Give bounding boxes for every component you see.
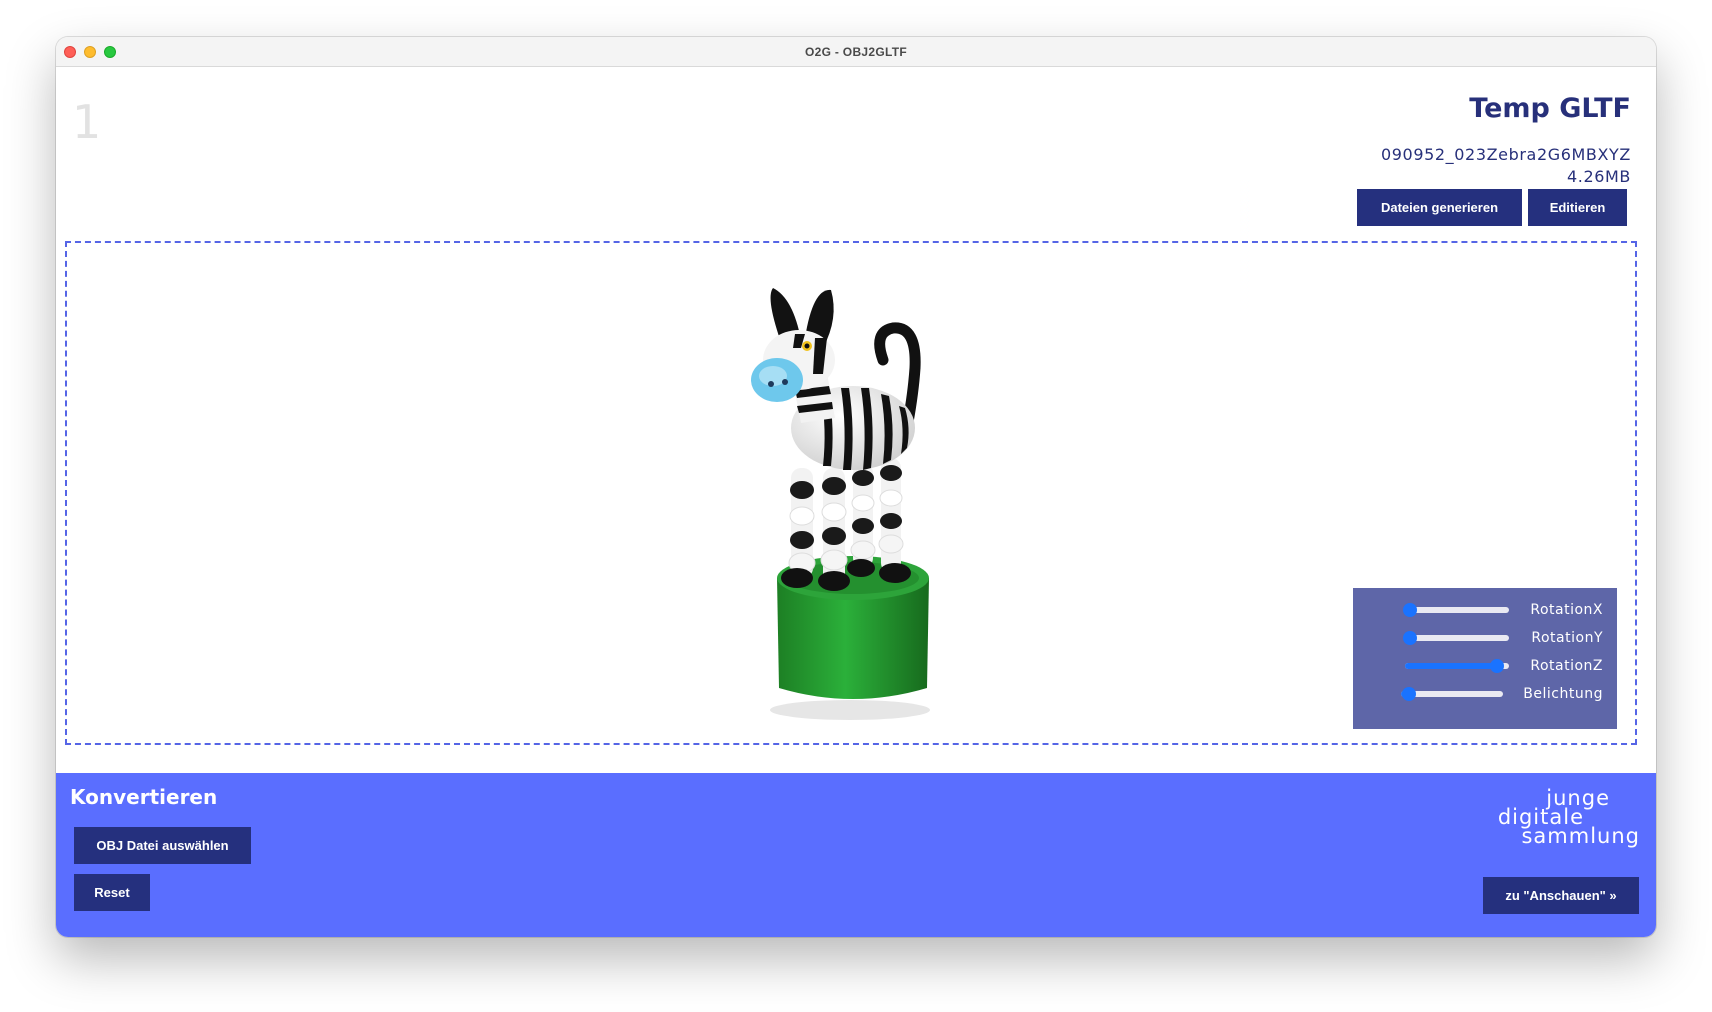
rotation-y-label: RotationY <box>1531 630 1603 646</box>
reset-button[interactable]: Reset <box>74 874 150 911</box>
app-window: O2G - OBJ2GLTF 1 Temp GLTF 090952_023Zeb… <box>56 37 1656 937</box>
rotation-z-slider[interactable] <box>1405 659 1509 673</box>
rotation-y-slider[interactable] <box>1403 631 1509 645</box>
footer-panel: Konvertieren OBJ Datei auswählen Reset j… <box>56 773 1656 937</box>
rotation-z-label: RotationZ <box>1530 658 1603 674</box>
rotation-y-control: RotationY <box>1353 630 1617 650</box>
file-name: 090952_023Zebra2G6MBXYZ <box>1381 145 1631 164</box>
viewer-controls-panel: RotationX RotationY RotationZ Belichtung <box>1353 588 1617 729</box>
title-bar: O2G - OBJ2GLTF <box>56 37 1656 67</box>
edit-button[interactable]: Editieren <box>1528 189 1627 226</box>
exposure-label: Belichtung <box>1523 686 1603 702</box>
generate-files-button[interactable]: Dateien generieren <box>1357 189 1522 226</box>
rotation-x-control: RotationX <box>1353 602 1617 622</box>
page-title: Temp GLTF <box>1469 93 1631 124</box>
exposure-slider[interactable] <box>1401 687 1503 701</box>
step-number: 1 <box>72 95 102 149</box>
rotation-x-slider[interactable] <box>1403 603 1509 617</box>
select-obj-file-button[interactable]: OBJ Datei auswählen <box>74 827 251 864</box>
logo-line-3: sammlung <box>1521 824 1640 848</box>
rotation-z-control: RotationZ <box>1353 658 1617 678</box>
model-viewer[interactable]: RotationX RotationY RotationZ Belichtung <box>65 241 1637 745</box>
junge-digitale-sammlung-logo: junge digitale sammlung <box>1498 788 1640 848</box>
go-to-view-button[interactable]: zu "Anschauen" » <box>1483 877 1639 914</box>
file-size: 4.26MB <box>1566 167 1631 186</box>
rotation-x-label: RotationX <box>1530 602 1603 618</box>
exposure-control: Belichtung <box>1353 686 1617 706</box>
zebra-toy-model[interactable] <box>735 278 965 728</box>
window-title: O2G - OBJ2GLTF <box>805 45 907 59</box>
footer-heading: Konvertieren <box>70 785 218 809</box>
